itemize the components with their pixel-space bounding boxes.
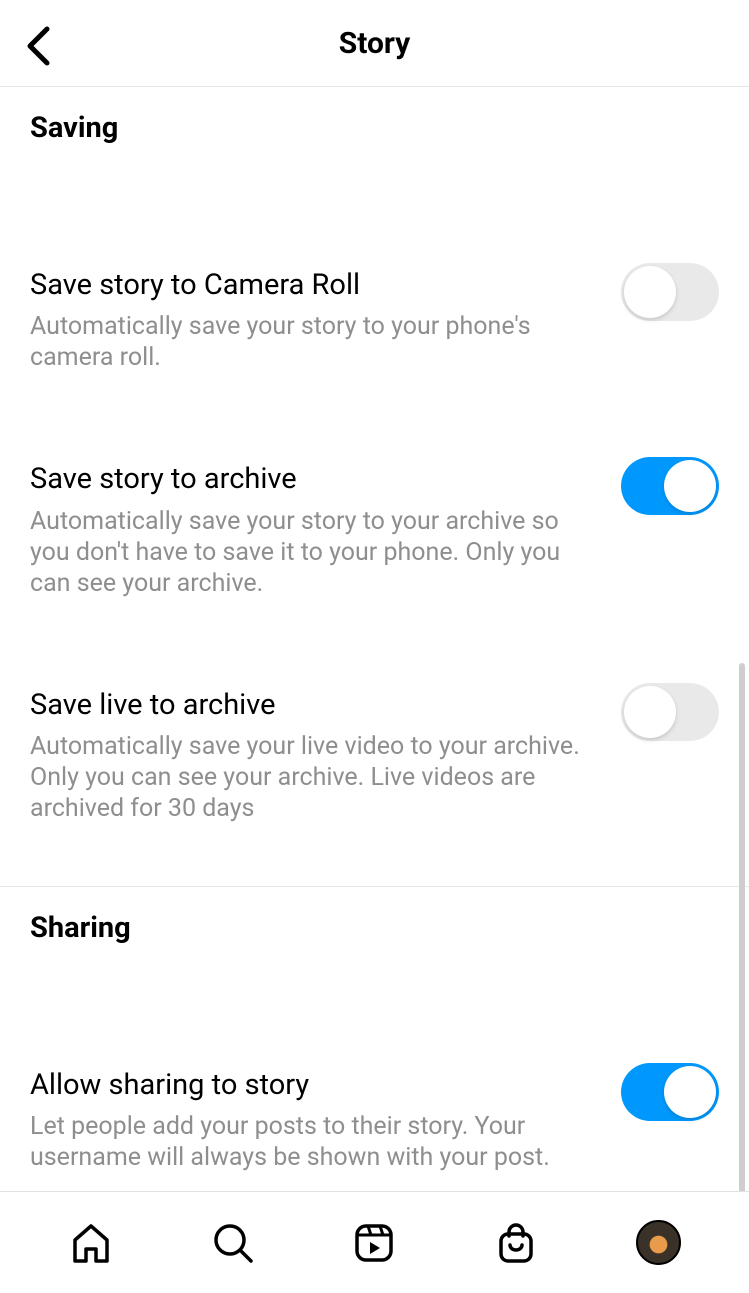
tab-reels[interactable] — [344, 1213, 404, 1273]
tab-shop[interactable] — [486, 1213, 546, 1273]
toggle-save-archive[interactable] — [621, 457, 719, 515]
setting-label: Save story to archive — [30, 461, 601, 497]
setting-desc: Automatically save your story to your ph… — [30, 311, 580, 373]
toggle-allow-sharing-story[interactable] — [621, 1063, 719, 1121]
shop-icon — [494, 1221, 538, 1265]
avatar-icon — [636, 1220, 681, 1265]
setting-save-live-archive: Save live to archive Automatically save … — [0, 599, 749, 824]
scrollbar[interactable] — [739, 663, 745, 1191]
setting-label: Allow sharing to story — [30, 1067, 601, 1103]
tab-bar — [0, 1191, 749, 1293]
setting-desc: Let people add your posts to their story… — [30, 1111, 580, 1173]
reels-icon — [352, 1221, 396, 1265]
setting-label: Save story to Camera Roll — [30, 267, 601, 303]
tab-home[interactable] — [61, 1213, 121, 1273]
setting-label: Save live to archive — [30, 687, 601, 723]
setting-save-archive: Save story to archive Automatically save… — [0, 373, 749, 598]
section-title-saving: Saving — [0, 87, 749, 155]
setting-allow-sharing-story: Allow sharing to story Let people add yo… — [0, 1027, 749, 1173]
chevron-left-icon — [25, 25, 51, 67]
home-icon — [69, 1221, 113, 1265]
toggle-save-live-archive[interactable] — [621, 683, 719, 741]
content-scroll[interactable]: Saving Save story to Camera Roll Automat… — [0, 87, 749, 1191]
back-button[interactable] — [18, 26, 58, 66]
tab-search[interactable] — [203, 1213, 263, 1273]
toggle-save-camera-roll[interactable] — [621, 263, 719, 321]
setting-desc: Automatically save your story to your ar… — [30, 506, 580, 599]
setting-save-camera-roll: Save story to Camera Roll Automatically … — [0, 227, 749, 373]
setting-partial-next — [0, 1173, 749, 1191]
setting-desc: Automatically save your live video to yo… — [30, 731, 580, 824]
section-title-sharing: Sharing — [0, 887, 749, 955]
tab-profile[interactable] — [628, 1213, 688, 1273]
header: Story — [0, 0, 749, 87]
page-title: Story — [339, 26, 411, 61]
search-icon — [211, 1221, 255, 1265]
